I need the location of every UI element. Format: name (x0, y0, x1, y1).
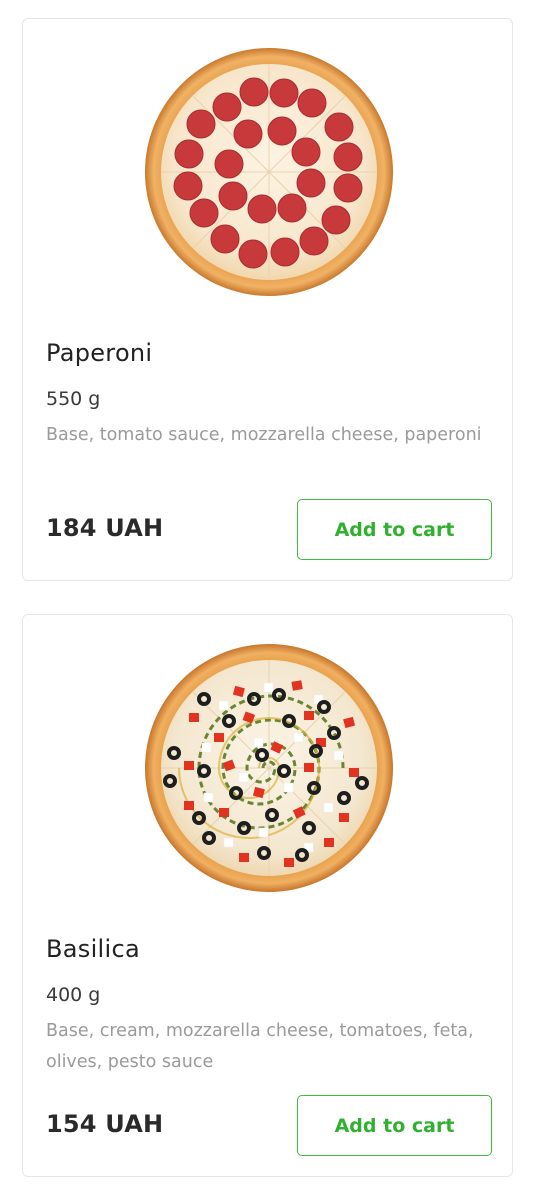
basilica-pizza-image[interactable] (144, 643, 394, 893)
add-to-cart-button[interactable]: Add to cart (297, 499, 492, 560)
product-description: Base, cream, mozzarella cheese, tomatoes… (46, 1021, 474, 1072)
product-card: Basilica 400 g Base, cream, mozzarella c… (22, 614, 513, 1177)
product-weight: 400 g (46, 984, 101, 1006)
add-to-cart-button[interactable]: Add to cart (297, 1095, 492, 1156)
product-card: Paperoni 550 g Base, tomato sauce, mozza… (22, 18, 513, 581)
product-list: Paperoni 550 g Base, tomato sauce, mozza… (0, 0, 541, 1196)
product-title: Paperoni (46, 339, 153, 367)
product-title: Basilica (46, 935, 140, 963)
product-price: 154 UAH (46, 1110, 164, 1138)
pepperoni-pizza-image[interactable] (144, 47, 394, 297)
product-description: Base, tomato sauce, mozzarella cheese, p… (46, 425, 482, 445)
product-weight: 550 g (46, 388, 101, 410)
product-price: 184 UAH (46, 514, 164, 542)
